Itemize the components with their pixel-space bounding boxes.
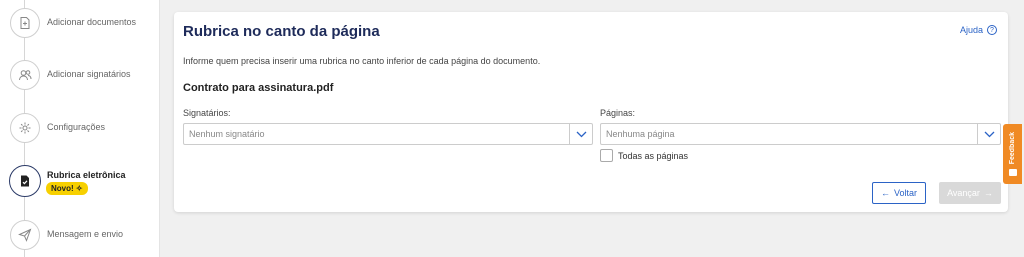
document-icon (10, 8, 40, 38)
step-add-signers[interactable]: Adicionar signatários (0, 56, 160, 96)
step-electronic-rubric[interactable]: Rubrica eletrônica Novo! ✧ (0, 163, 160, 203)
chevron-down-icon[interactable] (569, 124, 592, 144)
help-link[interactable]: Ajuda ? (960, 25, 997, 35)
new-badge: Novo! ✧ (46, 182, 88, 195)
card-description: Informe quem precisa inserir uma rubrica… (183, 56, 541, 66)
pages-select-value: Nenhuma página (606, 129, 675, 139)
pages-select[interactable]: Nenhuma página (600, 123, 1001, 145)
send-icon (10, 220, 40, 250)
signers-select-value: Nenhum signatário (189, 129, 265, 139)
feedback-tab[interactable]: Feedback (1003, 124, 1022, 184)
next-button[interactable]: Avançar → (939, 182, 1001, 204)
signers-label: Signatários: (183, 108, 231, 118)
step-label: Mensagem e envio (47, 229, 124, 239)
all-pages-label[interactable]: Todas as páginas (618, 151, 688, 161)
users-icon (10, 60, 40, 90)
all-pages-checkbox[interactable] (600, 149, 613, 162)
rubric-document-icon (9, 165, 41, 197)
back-button-label: Voltar (893, 188, 917, 198)
step-message-and-send[interactable]: Mensagem e envio (0, 216, 160, 256)
feedback-label: Feedback (1009, 131, 1016, 165)
back-button[interactable]: ← Voltar (872, 182, 926, 204)
step-label: Adicionar documentos (47, 17, 137, 27)
feedback-icon (1008, 169, 1017, 177)
arrow-left-icon: ← (880, 188, 890, 198)
question-circle-icon: ? (987, 25, 997, 35)
step-add-documents[interactable]: Adicionar documentos (0, 4, 160, 44)
chevron-down-icon[interactable] (977, 124, 1000, 144)
pages-label: Páginas: (600, 108, 636, 118)
step-settings[interactable]: Configurações (0, 109, 160, 149)
step-label-active: Rubrica eletrônica (47, 170, 126, 180)
document-name: Contrato para assinatura.pdf (183, 82, 334, 94)
steps-sidebar: Adicionar documentos Adicionar signatári… (0, 0, 160, 257)
gear-icon (10, 113, 40, 143)
next-button-label: Avançar (947, 188, 980, 198)
step-label: Configurações (47, 122, 106, 132)
rubric-card: Rubrica no canto da página Ajuda ? Infor… (174, 12, 1008, 212)
page-title: Rubrica no canto da página (183, 23, 380, 40)
help-label: Ajuda (959, 25, 983, 35)
step-label: Adicionar signatários (47, 69, 131, 79)
signers-select[interactable]: Nenhum signatário (183, 123, 593, 145)
arrow-right-icon: → (983, 188, 993, 198)
